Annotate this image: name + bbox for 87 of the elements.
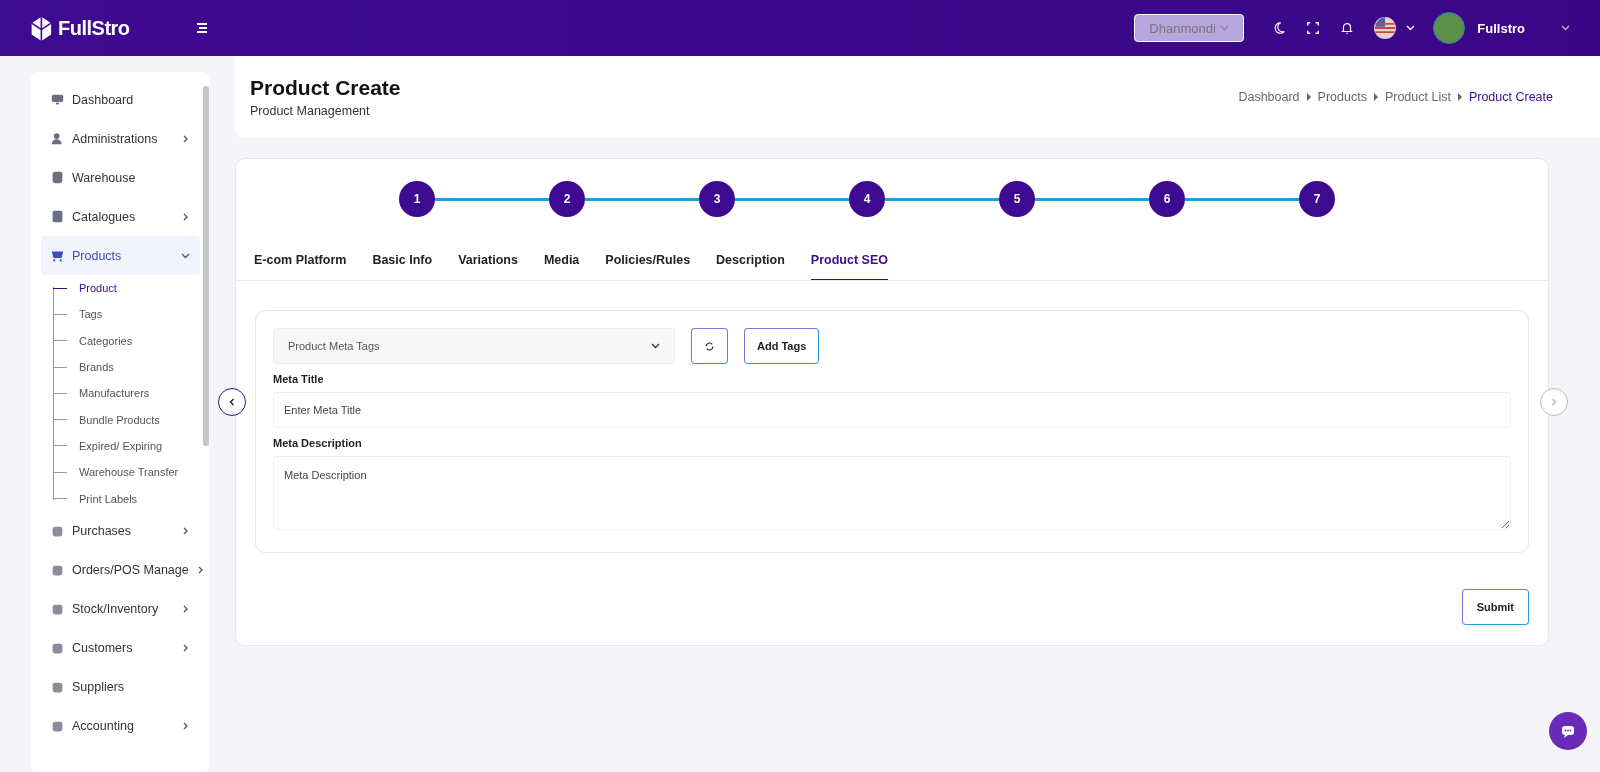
sidebar-item[interactable]: Stock/Inventory	[41, 589, 200, 629]
submenu-item[interactable]: Tags	[53, 301, 199, 328]
avatar[interactable]	[1433, 12, 1466, 44]
tab[interactable]: E-com Platform	[254, 241, 347, 280]
caret-icon	[1305, 93, 1312, 101]
page-subtitle: Product Management	[250, 104, 371, 118]
chevron-icon	[181, 251, 190, 260]
sidebar-item[interactable]: Administrations	[41, 119, 200, 158]
tab[interactable]: Policies/Rules	[605, 241, 691, 280]
user-name[interactable]: Fullstro	[1477, 20, 1525, 36]
chevron-left-icon	[227, 397, 237, 407]
submenu-item[interactable]: Product	[53, 275, 199, 302]
submenu-item[interactable]: Expired/ Expiring	[53, 432, 199, 460]
chevron-icon	[182, 212, 190, 221]
chevron-icon	[182, 134, 190, 143]
submit-button[interactable]: Submit	[1461, 589, 1529, 625]
submenu-item[interactable]: Bundle Products	[53, 406, 199, 433]
menu-item-icon	[51, 641, 64, 655]
breadcrumb-link[interactable]: Product Create	[1468, 90, 1553, 104]
step-circle[interactable]: 1	[399, 181, 435, 217]
add-tags-button[interactable]: Add Tags	[744, 328, 820, 364]
menu-item-icon	[51, 680, 64, 694]
sidebar-item[interactable]: Purchases	[41, 511, 200, 551]
menu-item-icon	[51, 93, 64, 106]
submenu-item[interactable]: Categories	[53, 327, 199, 354]
menu-item-icon	[51, 171, 64, 184]
page-title: Product Create	[250, 76, 401, 100]
field-label: Meta Title	[273, 373, 325, 385]
tab[interactable]: Product SEO	[810, 241, 888, 280]
chevron-icon	[182, 527, 190, 536]
submenu-item[interactable]: Manufacturers	[53, 380, 199, 407]
refresh-button[interactable]	[691, 328, 728, 364]
sidebar-item[interactable]: Catalogues	[41, 197, 200, 236]
submenu-item[interactable]: Print Labels	[53, 485, 199, 512]
moon-icon	[1272, 21, 1287, 35]
logo-text: FullStro	[58, 16, 130, 40]
chevron-right-icon	[1549, 397, 1559, 407]
submenu-item[interactable]: Brands	[53, 353, 199, 381]
chevron-icon	[651, 342, 660, 350]
sidebar-item[interactable]: Orders/POS Manage	[41, 550, 200, 590]
breadcrumb-link[interactable]: Product List	[1384, 90, 1451, 104]
flag-icon	[1374, 17, 1397, 39]
chevron-icon	[182, 722, 190, 731]
step-circle[interactable]: 6	[1149, 181, 1185, 217]
tab[interactable]: Media	[543, 241, 580, 280]
caret-icon	[1372, 93, 1379, 101]
step-circle[interactable]: 3	[699, 181, 735, 217]
sidebar-item[interactable]: Customers	[41, 628, 200, 668]
previous-button[interactable]	[218, 388, 246, 416]
chevron-icon	[1406, 24, 1416, 32]
sidebar-item[interactable]: Accounting	[41, 706, 200, 746]
menu-item-icon	[51, 719, 64, 733]
sidebar-item[interactable]: Products	[41, 236, 200, 275]
menu-item-icon	[51, 563, 64, 577]
chevron-icon	[1561, 24, 1570, 32]
tab[interactable]: Variations	[458, 241, 518, 280]
chevron-icon	[196, 566, 205, 575]
menu-item-icon	[51, 210, 64, 223]
chat-icon	[1560, 723, 1576, 739]
menu-item-icon	[51, 249, 64, 262]
breadcrumb-link[interactable]: Dashboard	[1238, 90, 1300, 104]
menu-item-icon	[51, 602, 64, 616]
chevron-icon	[1220, 24, 1230, 32]
chevron-icon	[182, 605, 190, 614]
meta-title-field[interactable]: Enter Meta Title	[273, 392, 1511, 428]
step-circle[interactable]: 2	[549, 181, 585, 217]
meta-description-field[interactable]: Meta Description	[273, 456, 1511, 530]
menu-item-icon	[51, 524, 64, 538]
caret-icon	[1456, 93, 1463, 101]
step-circle[interactable]: 4	[849, 181, 885, 217]
field-label: Meta Description	[273, 437, 363, 449]
menu-item-icon	[51, 132, 64, 145]
chevron-icon	[182, 644, 190, 653]
meta-tags-select[interactable]: Product Meta Tags	[273, 328, 675, 364]
step-circle[interactable]: 5	[999, 181, 1035, 217]
refresh-icon	[704, 340, 715, 352]
tab[interactable]: Description	[716, 241, 785, 280]
step-circle[interactable]: 7	[1299, 181, 1335, 217]
tab[interactable]: Basic Info	[372, 241, 433, 280]
fullscreen-icon	[1306, 21, 1321, 35]
sidebar-item[interactable]: Warehouse	[41, 158, 200, 197]
chat-button[interactable]	[1549, 712, 1587, 750]
submenu-item[interactable]: Warehouse Transfer	[53, 459, 199, 486]
bell-icon	[1340, 21, 1355, 35]
sidebar-item[interactable]: Dashboard	[41, 80, 200, 119]
breadcrumb-link[interactable]: Products	[1317, 90, 1367, 104]
sidebar-item[interactable]: Suppliers	[41, 667, 200, 707]
